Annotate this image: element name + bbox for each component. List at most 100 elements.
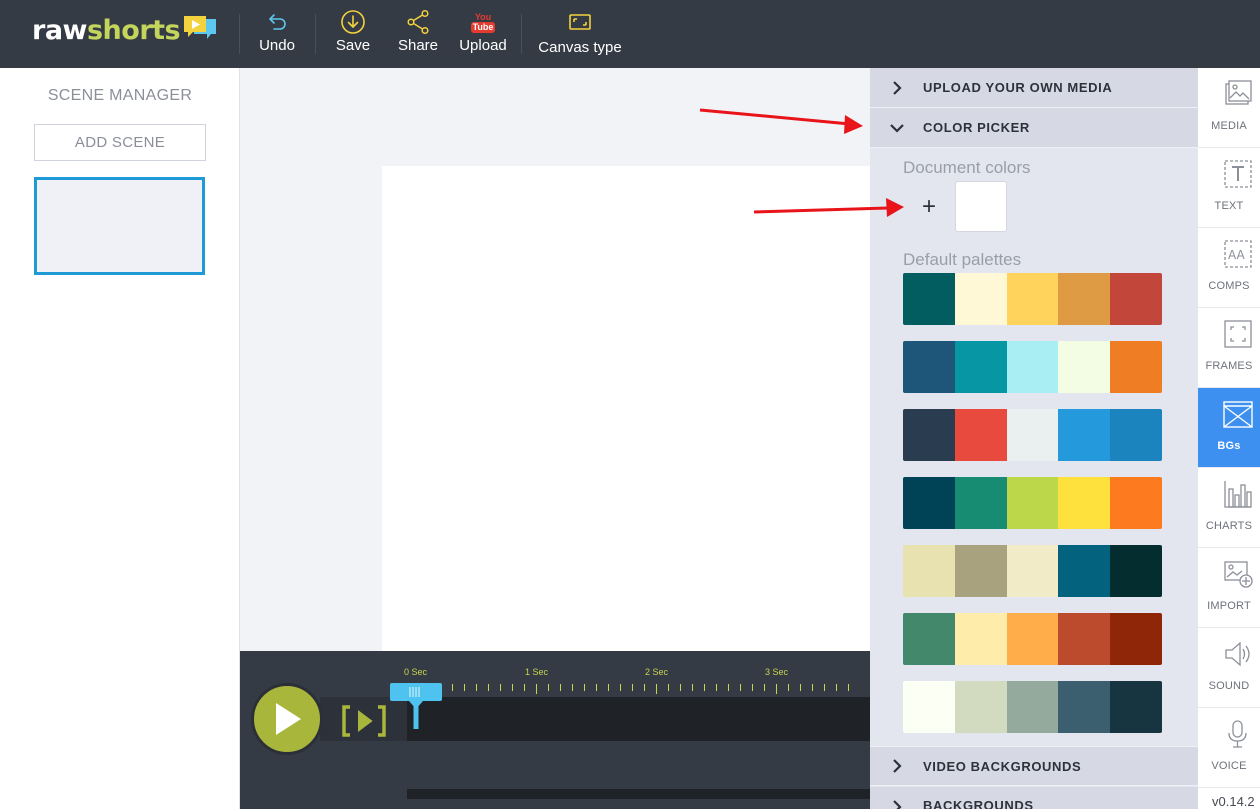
ruler-label: 0 Sec (404, 667, 428, 677)
youtube-badge-top: You (474, 11, 492, 22)
palette-swatch[interactable] (1058, 477, 1111, 529)
color-picker-title: COLOR PICKER (923, 120, 1030, 135)
svg-text:AA: AA (1228, 248, 1246, 262)
ruler-tick (452, 684, 453, 691)
chevron-down-icon (888, 119, 906, 137)
chevron-right-icon (888, 798, 906, 809)
nav-item-sound[interactable]: SOUND (1198, 628, 1260, 708)
nav-item-import[interactable]: IMPORT (1198, 548, 1260, 628)
nav-item-comps[interactable]: AA COMPS (1198, 228, 1260, 308)
palette-swatch[interactable] (1110, 409, 1162, 461)
color-palette[interactable] (903, 341, 1162, 393)
color-palette[interactable] (903, 545, 1162, 597)
rawshorts-logo[interactable]: rawshorts (32, 14, 218, 50)
palette-swatch[interactable] (1006, 545, 1059, 597)
video-canvas[interactable] (382, 166, 870, 651)
nav-item-label: COMPS (1208, 280, 1250, 292)
youtube-icon: You Tube (470, 8, 496, 36)
add-scene-button[interactable]: ADD SCENE (34, 124, 206, 161)
palette-swatch[interactable] (1110, 545, 1162, 597)
palette-swatch[interactable] (1110, 273, 1162, 325)
palette-swatch[interactable] (903, 681, 955, 733)
palette-swatch[interactable] (1006, 613, 1059, 665)
nav-item-frames[interactable]: FRAMES (1198, 308, 1260, 388)
palette-swatch[interactable] (903, 341, 955, 393)
nav-item-charts[interactable]: CHARTS (1198, 468, 1260, 548)
palette-swatch[interactable] (954, 477, 1007, 529)
palette-swatch[interactable] (1006, 409, 1059, 461)
upload-youtube-button[interactable]: You Tube Upload (457, 8, 509, 60)
color-palette[interactable] (903, 613, 1162, 665)
palette-swatch[interactable] (1058, 545, 1111, 597)
play-button[interactable] (251, 683, 323, 755)
nav-item-bgs[interactable]: BGs (1198, 388, 1260, 468)
timeline-playhead[interactable] (389, 683, 443, 729)
undo-button[interactable]: Undo (257, 8, 297, 60)
color-palette[interactable] (903, 409, 1162, 461)
ruler-tick (584, 684, 585, 691)
palette-swatch[interactable] (1110, 613, 1162, 665)
palette-swatch[interactable] (1006, 477, 1059, 529)
nav-item-label: IMPORT (1207, 600, 1251, 612)
upload-own-media-header[interactable]: UPLOAD YOUR OWN MEDIA (870, 68, 1198, 108)
document-color-swatch[interactable] (955, 181, 1007, 232)
palette-swatch[interactable] (1058, 341, 1111, 393)
timeline-track[interactable] (407, 697, 870, 741)
palette-swatch[interactable] (1058, 681, 1111, 733)
palette-swatch[interactable] (954, 681, 1007, 733)
timeline-scrollbar[interactable] (407, 789, 870, 799)
palette-swatch[interactable] (903, 545, 955, 597)
palette-swatch[interactable] (903, 409, 955, 461)
palette-swatch[interactable] (903, 613, 955, 665)
ruler-tick (632, 684, 633, 691)
backgrounds-header[interactable]: BACKGROUNDS (870, 787, 1198, 809)
version-label: v0.14.2 (1212, 794, 1255, 809)
save-button[interactable]: Save (333, 8, 373, 60)
color-palette[interactable] (903, 681, 1162, 733)
color-palette[interactable] (903, 273, 1162, 325)
palette-swatch[interactable] (903, 477, 955, 529)
ruler-tick (740, 684, 741, 691)
color-palette[interactable] (903, 477, 1162, 529)
scene-thumbnail[interactable] (34, 177, 205, 275)
palette-swatch[interactable] (1110, 341, 1162, 393)
nav-item-text[interactable]: TEXT (1198, 148, 1260, 228)
nav-item-voice[interactable]: VOICE (1198, 708, 1260, 788)
video-backgrounds-header[interactable]: VIDEO BACKGROUNDS (870, 746, 1198, 786)
ruler-tick (524, 684, 525, 691)
nav-item-media[interactable]: MEDIA (1198, 68, 1260, 148)
share-button[interactable]: Share (396, 8, 440, 60)
backgrounds-icon (1223, 401, 1253, 428)
canvas-type-button[interactable]: Canvas type (536, 8, 624, 60)
palette-swatch[interactable] (1006, 681, 1059, 733)
add-document-color-button[interactable]: + (903, 181, 955, 232)
nav-item-label: SOUND (1208, 680, 1250, 692)
image-icon (1225, 80, 1252, 105)
palette-swatch[interactable] (1006, 341, 1059, 393)
canvas-workspace (240, 68, 870, 651)
nav-item-label: CHARTS (1205, 520, 1253, 532)
palette-swatch[interactable] (954, 341, 1007, 393)
frames-icon (1224, 320, 1252, 348)
nav-item-label: MEDIA (1211, 120, 1247, 132)
palette-swatch[interactable] (954, 273, 1007, 325)
palette-swatch[interactable] (954, 409, 1007, 461)
speaker-icon (1225, 641, 1250, 667)
palette-swatch[interactable] (1058, 273, 1111, 325)
palette-swatch[interactable] (903, 273, 955, 325)
play-scene-button[interactable] (340, 703, 388, 739)
ruler-tick (668, 684, 669, 691)
comps-icon: AA (1224, 240, 1252, 268)
nav-item-label: FRAMES (1205, 360, 1253, 372)
palette-swatch[interactable] (1006, 273, 1059, 325)
ruler-tick (752, 684, 753, 691)
share-label: Share (397, 37, 439, 54)
palette-swatch[interactable] (1110, 477, 1162, 529)
color-picker-header[interactable]: COLOR PICKER (870, 108, 1198, 148)
palette-swatch[interactable] (954, 545, 1007, 597)
palette-swatch[interactable] (1110, 681, 1162, 733)
palette-swatch[interactable] (1058, 613, 1111, 665)
top-toolbar: rawshorts Undo Save Share You Tube Uploa… (0, 0, 1260, 68)
palette-swatch[interactable] (954, 613, 1007, 665)
palette-swatch[interactable] (1058, 409, 1111, 461)
